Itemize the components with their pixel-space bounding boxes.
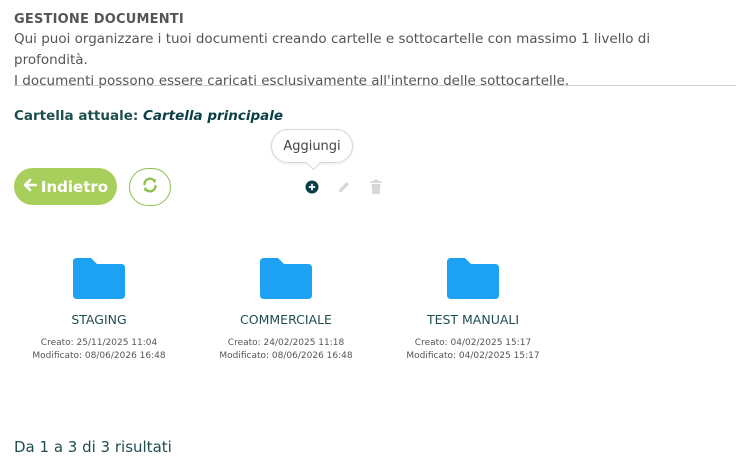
description-line-1: Qui puoi organizzare i tuoi documenti cr… — [14, 31, 651, 68]
folder-icon — [447, 258, 499, 299]
trash-icon[interactable] — [367, 178, 385, 196]
folder-created: Creato: 04/02/2025 15:17 — [414, 338, 532, 348]
folder-tools — [303, 178, 385, 196]
folder-item[interactable]: STAGING Creato: 25/11/2025 11:04 Modific… — [19, 250, 179, 363]
folder-icon — [260, 258, 312, 299]
arrow-left-icon — [23, 178, 37, 196]
folder-modified: Modificato: 08/06/2026 16:48 — [219, 351, 353, 361]
refresh-button[interactable] — [129, 168, 171, 206]
page-header: GESTIONE DOCUMENTI Qui puoi organizzare … — [14, 12, 724, 92]
current-folder: Cartella attuale: Cartella principale — [14, 108, 283, 124]
folder-meta: Creato: 25/11/2025 11:04 Modificato: 08/… — [19, 337, 179, 363]
folder-grid: STAGING Creato: 25/11/2025 11:04 Modific… — [0, 250, 736, 380]
current-folder-value: Cartella principale — [142, 108, 284, 124]
folder-meta: Creato: 04/02/2025 15:17 Modificato: 04/… — [393, 337, 553, 363]
back-button[interactable]: Indietro — [14, 168, 117, 205]
folder-name: STAGING — [71, 312, 127, 327]
folder-item[interactable]: TEST MANUALI Creato: 04/02/2025 15:17 Mo… — [393, 250, 553, 363]
results-summary: Da 1 a 3 di 3 risultati — [14, 438, 172, 456]
back-button-label: Indietro — [40, 177, 109, 196]
folder-name: TEST MANUALI — [426, 312, 520, 327]
current-folder-label: Cartella attuale: — [14, 108, 139, 124]
refresh-icon — [141, 176, 159, 198]
divider — [14, 85, 736, 86]
folder-modified: Modificato: 04/02/2025 15:17 — [406, 351, 540, 361]
folder-modified: Modificato: 08/06/2026 16:48 — [32, 351, 166, 361]
folder-name: COMMERCIALE — [240, 312, 332, 327]
page-title: GESTIONE DOCUMENTI — [14, 12, 184, 27]
add-circle-icon[interactable] — [303, 178, 321, 196]
folder-icon — [73, 258, 125, 299]
add-tooltip: Aggiungi — [271, 129, 353, 163]
pencil-icon[interactable] — [335, 178, 353, 196]
folder-item[interactable]: COMMERCIALE Creato: 24/02/2025 11:18 Mod… — [206, 250, 366, 363]
folder-created: Creato: 24/02/2025 11:18 — [227, 338, 345, 348]
folder-created: Creato: 25/11/2025 11:04 — [40, 338, 158, 348]
description-line-2: I documenti possono essere caricati escl… — [14, 73, 570, 89]
folder-meta: Creato: 24/02/2025 11:18 Modificato: 08/… — [206, 337, 366, 363]
page-description: Qui puoi organizzare i tuoi documenti cr… — [14, 29, 724, 92]
